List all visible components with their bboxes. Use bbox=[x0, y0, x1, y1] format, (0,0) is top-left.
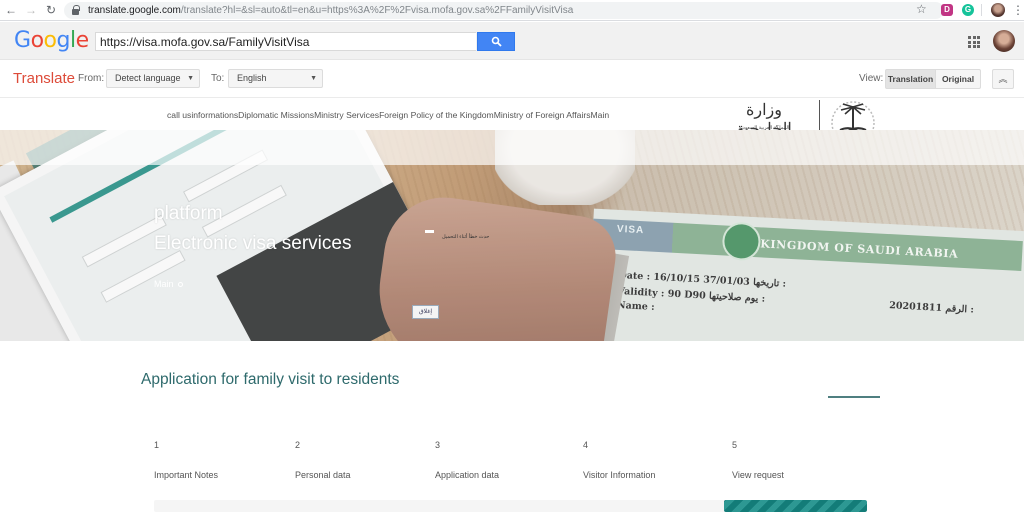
url-domain: translate.google.com bbox=[88, 5, 181, 16]
hero-top-band bbox=[0, 130, 1024, 165]
google-logo[interactable]: Google bbox=[14, 28, 89, 53]
apps-grid-icon[interactable] bbox=[968, 36, 980, 48]
browser-toolbar: ← → ↻ translate.google.com/translate?hl=… bbox=[0, 0, 1024, 21]
browser-menu-icon[interactable]: ⋮ bbox=[1012, 2, 1024, 18]
reload-button[interactable]: ↻ bbox=[43, 2, 59, 18]
forward-arrow-icon: → bbox=[25, 3, 37, 17]
step-number: 3 bbox=[435, 440, 441, 450]
breadcrumb-main-label: Main bbox=[154, 279, 174, 289]
view-label: View: bbox=[859, 73, 884, 84]
step-visitor-information[interactable]: Visitor Information bbox=[583, 470, 655, 480]
step-important-notes[interactable]: Important Notes bbox=[154, 470, 218, 480]
title-divider bbox=[828, 396, 880, 398]
from-language-select[interactable]: Detect language ▼ bbox=[106, 69, 200, 88]
address-bar[interactable]: translate.google.com/translate?hl=&sl=au… bbox=[64, 2, 944, 19]
lock-icon bbox=[72, 5, 80, 15]
logo-letter: G bbox=[14, 28, 31, 53]
nav-main[interactable]: Main bbox=[591, 110, 610, 120]
step-number: 5 bbox=[732, 440, 738, 450]
extension-d-icon[interactable]: D bbox=[941, 4, 953, 16]
progress-bar bbox=[154, 500, 867, 512]
collapse-toolbar-button[interactable]: ︽ bbox=[992, 69, 1014, 89]
search-icon bbox=[491, 36, 502, 47]
account-avatar[interactable] bbox=[993, 30, 1015, 52]
step-number: 1 bbox=[154, 440, 160, 450]
url-path: /translate?hl=&sl=auto&tl=en&u=https%3A%… bbox=[180, 5, 574, 16]
url-search-input[interactable] bbox=[95, 32, 476, 51]
to-label: To: bbox=[211, 73, 225, 84]
profile-avatar[interactable] bbox=[991, 3, 1005, 17]
logo-letter: g bbox=[56, 28, 71, 53]
breadcrumb-main[interactable]: Main bbox=[154, 279, 183, 289]
search-button[interactable] bbox=[477, 32, 515, 51]
google-header: Google bbox=[0, 22, 1024, 60]
site-header: call usinformationsDiplomatic MissionsMi… bbox=[0, 98, 1024, 146]
step-personal-data[interactable]: Personal data bbox=[295, 470, 351, 480]
double-chevron-up-icon: ︽ bbox=[998, 74, 1008, 84]
hero-title-line1: platform bbox=[154, 203, 223, 224]
step-number: 4 bbox=[583, 440, 589, 450]
hero-dash bbox=[425, 230, 434, 233]
to-language-value: English bbox=[237, 73, 267, 83]
logo-letter: o bbox=[30, 28, 44, 53]
hero-title-line2: Electronic visa services bbox=[154, 233, 352, 254]
grammarly-extension-icon[interactable]: G bbox=[962, 4, 974, 16]
from-language-value: Detect language bbox=[115, 73, 181, 83]
from-label: From: bbox=[78, 73, 105, 84]
nav-informations[interactable]: informations bbox=[191, 110, 238, 120]
nav-call-us[interactable]: call us bbox=[167, 110, 191, 120]
translate-toolbar: Translate From: Detect language ▼ To: En… bbox=[0, 60, 1024, 98]
forward-button[interactable]: → bbox=[23, 2, 39, 18]
toolbar-divider bbox=[981, 4, 982, 16]
nav-ministry-services[interactable]: Ministry Services bbox=[314, 110, 379, 120]
progress-bar-fill bbox=[724, 500, 867, 512]
error-message: حدث خطأ أثناء التحميل bbox=[442, 234, 490, 240]
reload-icon: ↻ bbox=[45, 3, 57, 17]
step-number: 2 bbox=[295, 440, 301, 450]
to-language-select[interactable]: English ▼ bbox=[228, 69, 323, 88]
view-original-button[interactable]: Original bbox=[935, 69, 981, 89]
step-application-data[interactable]: Application data bbox=[435, 470, 499, 480]
caret-down-icon: ▼ bbox=[187, 75, 194, 82]
nav-ministry-foreign-affairs[interactable]: Ministry of Foreign Affairs bbox=[494, 110, 591, 120]
url-text[interactable]: translate.google.com/translate?hl=&sl=au… bbox=[88, 4, 573, 17]
hero-banner: VISA KINGDOM OF SAUDI ARABIA S0587 Date … bbox=[0, 130, 1024, 341]
nav-diplomatic-missions[interactable]: Diplomatic Missions bbox=[238, 110, 314, 120]
nav-foreign-policy[interactable]: Foreign Policy of the Kingdom bbox=[379, 110, 494, 120]
caret-down-icon: ▼ bbox=[310, 75, 317, 82]
circle-icon bbox=[177, 282, 183, 288]
back-button[interactable]: ← bbox=[3, 2, 19, 18]
logo-letter: o bbox=[43, 28, 57, 53]
step-view-request[interactable]: View request bbox=[732, 470, 784, 480]
page-title: Application for family visit to resident… bbox=[141, 371, 400, 388]
close-button[interactable]: إغلاق bbox=[412, 305, 439, 319]
view-translation-button[interactable]: Translation bbox=[885, 69, 936, 89]
site-nav: call usinformationsDiplomatic MissionsMi… bbox=[167, 110, 609, 120]
bookmark-star-icon[interactable]: ☆ bbox=[916, 2, 927, 16]
logo-letter: e bbox=[75, 28, 90, 53]
translate-title[interactable]: Translate bbox=[13, 70, 75, 87]
back-arrow-icon: ← bbox=[5, 3, 17, 17]
